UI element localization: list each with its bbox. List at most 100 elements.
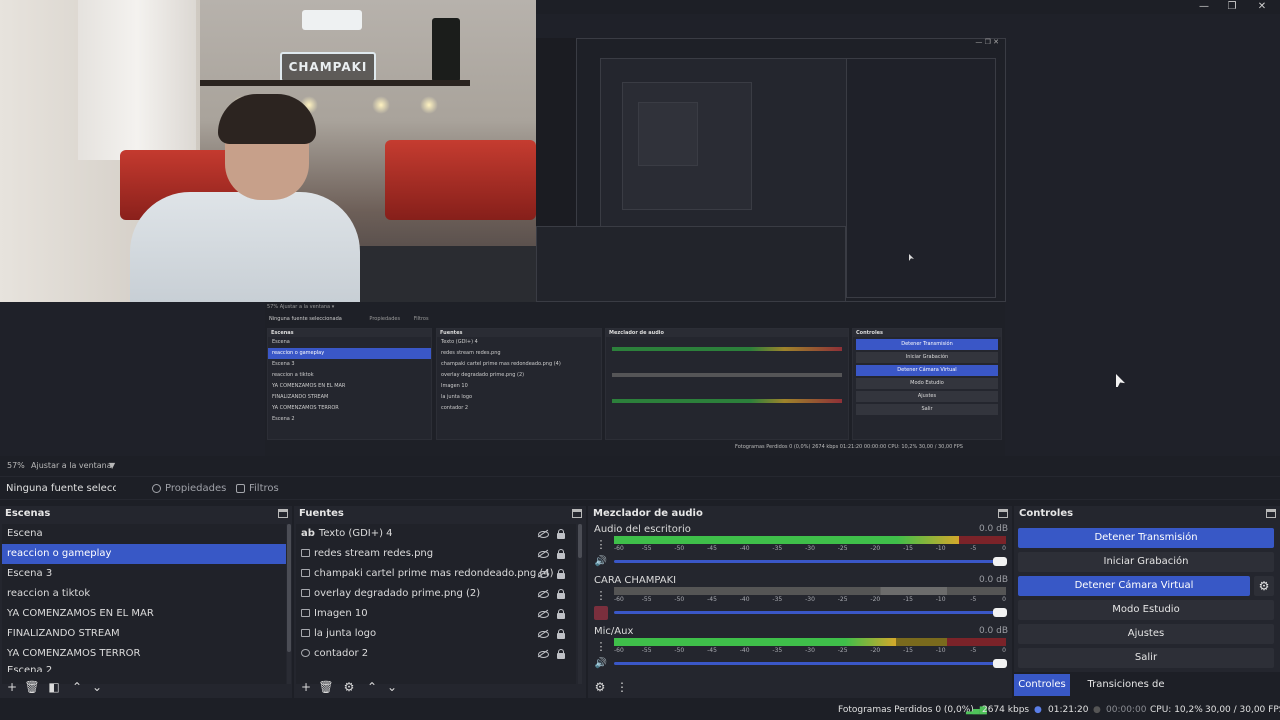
scene-filters-button[interactable]: ◧ xyxy=(46,679,62,695)
tab-scene-transitions[interactable]: Transiciones de escena xyxy=(1074,674,1178,712)
move-up-button[interactable]: ⌃ xyxy=(69,679,85,695)
visibility-icon[interactable] xyxy=(538,529,549,538)
stream-icon: ● xyxy=(1034,705,1042,715)
properties-button[interactable]: Propiedades xyxy=(150,481,226,497)
visibility-icon[interactable] xyxy=(538,589,549,598)
source-item[interactable]: overlay degradado prime.png (2) xyxy=(296,584,576,604)
meter-tick-label: 0 xyxy=(1002,545,1006,552)
meter-tick-label: -40 xyxy=(739,545,750,552)
mixer-toolbar: ⚙ ⋮ xyxy=(590,678,1014,696)
move-down-button[interactable]: ⌄ xyxy=(384,679,400,695)
meter-tick-label: -50 xyxy=(674,596,685,603)
cpu-usage: CPU: 10,2% xyxy=(1150,705,1203,715)
volume-slider[interactable] xyxy=(614,659,1007,668)
sources-scrollbar[interactable] xyxy=(578,524,582,684)
scene-item[interactable]: Escena xyxy=(2,524,286,544)
kebab-menu-icon[interactable]: ⋮ xyxy=(594,589,608,603)
source-item[interactable]: la junta logo xyxy=(296,624,576,644)
tab-controls[interactable]: Controles xyxy=(1014,674,1070,696)
speaker-icon[interactable]: 🔊 xyxy=(594,555,608,569)
lock-icon[interactable] xyxy=(556,529,566,539)
lock-icon[interactable] xyxy=(556,569,566,579)
meter-tick-label: -5 xyxy=(970,596,977,603)
source-properties-button[interactable]: ⚙ xyxy=(341,679,357,695)
scenes-scrollbar[interactable] xyxy=(287,524,291,684)
scenes-list: Escena reaccion o gameplay Escena 3 reac… xyxy=(2,524,286,684)
channel-mic-aux: Mic/Aux 0.0 dB ⋮ 🔊 -60 -55 -50 -45 -40 -35 -30… xyxy=(594,626,1008,671)
studio-mode-button[interactable]: Modo Estudio xyxy=(1018,600,1274,620)
undock-icon[interactable] xyxy=(278,509,288,518)
lock-icon[interactable] xyxy=(556,589,566,599)
visibility-icon[interactable] xyxy=(538,609,549,618)
source-item[interactable]: champaki cartel prime mas redondeado.png… xyxy=(296,564,576,584)
program-canvas[interactable]: CHAMPAKI — ❐ ✕ 57% Ajustar a la ventana … xyxy=(0,0,1006,456)
neon-sign: CHAMPAKI xyxy=(280,52,376,82)
visibility-icon[interactable] xyxy=(538,569,549,578)
start-recording-button[interactable]: Iniciar Grabación xyxy=(1018,552,1274,572)
move-down-button[interactable]: ⌄ xyxy=(89,679,105,695)
scene-item[interactable]: YA COMENZAMOS EN EL MAR xyxy=(2,604,286,624)
meter-tick-label: 0 xyxy=(1002,647,1006,654)
stop-stream-button[interactable]: Detener Transmisión xyxy=(1018,528,1274,548)
virtual-camera-gear-icon[interactable]: ⚙ xyxy=(1254,576,1274,596)
visibility-icon[interactable] xyxy=(538,629,549,638)
scene-item[interactable]: YA COMENZAMOS TERROR xyxy=(2,644,286,664)
undock-icon[interactable] xyxy=(572,509,582,518)
scene-item-selected[interactable]: reaccion o gameplay xyxy=(2,544,286,564)
advanced-audio-gear-icon[interactable]: ⚙ xyxy=(592,679,608,695)
source-item[interactable]: ab Texto (GDI+) 4 xyxy=(296,524,576,544)
status-bar: Fotogramas Perdidos 0 (0,0%) ▂▄▆ 2674 kb… xyxy=(0,700,1280,720)
meter-tick-label: -10 xyxy=(935,596,946,603)
meter-tick-label: 0 xyxy=(1002,596,1006,603)
meter-tick-label: -60 xyxy=(614,647,624,654)
meter-tick-label: -40 xyxy=(739,596,750,603)
volume-meter xyxy=(614,587,1006,595)
undock-icon[interactable] xyxy=(998,509,1008,518)
remove-scene-button[interactable]: 🗑 xyxy=(24,679,40,695)
scene-item[interactable]: Escena 2 xyxy=(2,664,286,672)
controls-dock: Controles Detener Transmisión Iniciar Gr… xyxy=(1014,506,1280,672)
meter-tick-label: -25 xyxy=(837,596,848,603)
lock-icon[interactable] xyxy=(556,649,566,659)
stop-virtual-camera-button[interactable]: Detener Cámara Virtual xyxy=(1018,576,1250,596)
close-icon[interactable]: ✕ xyxy=(1246,0,1278,14)
fps: 30,00 / 30,00 FPS xyxy=(1205,705,1280,715)
settings-button[interactable]: Ajustes xyxy=(1018,624,1274,644)
source-item[interactable]: contador 2 xyxy=(296,644,576,664)
visibility-icon[interactable] xyxy=(538,649,549,658)
bitrate: 2674 kbps xyxy=(982,705,1030,715)
lock-icon[interactable] xyxy=(556,609,566,619)
source-item[interactable]: Imagen 10 xyxy=(296,604,576,624)
scene-item[interactable]: FINALIZANDO STREAM xyxy=(2,624,286,644)
volume-slider[interactable] xyxy=(614,557,1007,566)
kebab-menu-icon[interactable]: ⋮ xyxy=(594,538,608,552)
scene-item[interactable]: reaccion a tiktok xyxy=(2,584,286,604)
scene-item[interactable]: Escena 3 xyxy=(2,564,286,584)
add-source-button[interactable]: + xyxy=(298,679,314,695)
speaker-icon[interactable]: 🔊 xyxy=(594,657,608,671)
zoom-fit-select[interactable]: Ajustar a la ventana xyxy=(31,461,112,470)
move-up-button[interactable]: ⌃ xyxy=(364,679,380,695)
mixer-menu-icon[interactable]: ⋮ xyxy=(614,679,630,695)
volume-meter xyxy=(614,536,1006,544)
chevron-down-icon[interactable]: ▼ xyxy=(109,461,115,470)
muted-speaker-icon[interactable] xyxy=(594,606,608,620)
meter-tick-label: -40 xyxy=(739,647,750,654)
lock-icon[interactable] xyxy=(556,549,566,559)
remove-source-button[interactable]: 🗑 xyxy=(318,679,334,695)
lock-icon[interactable] xyxy=(556,629,566,639)
add-scene-button[interactable]: + xyxy=(4,679,20,695)
kebab-menu-icon[interactable]: ⋮ xyxy=(594,640,608,654)
meter-tick-label: -45 xyxy=(707,596,717,603)
meter-tick-label: -10 xyxy=(935,647,946,654)
visibility-icon[interactable] xyxy=(538,549,549,558)
meter-tick-label: -55 xyxy=(641,596,652,603)
selected-source-label: Ninguna fuente seleccionad xyxy=(6,483,116,494)
volume-slider[interactable] xyxy=(614,608,1007,617)
source-item[interactable]: redes stream redes.png xyxy=(296,544,576,564)
filters-button[interactable]: Filtros xyxy=(234,481,279,497)
undock-icon[interactable] xyxy=(1266,509,1276,518)
restore-icon[interactable]: ❐ xyxy=(1216,0,1248,14)
meter-tick-label: -55 xyxy=(641,647,652,654)
exit-button[interactable]: Salir xyxy=(1018,648,1274,668)
